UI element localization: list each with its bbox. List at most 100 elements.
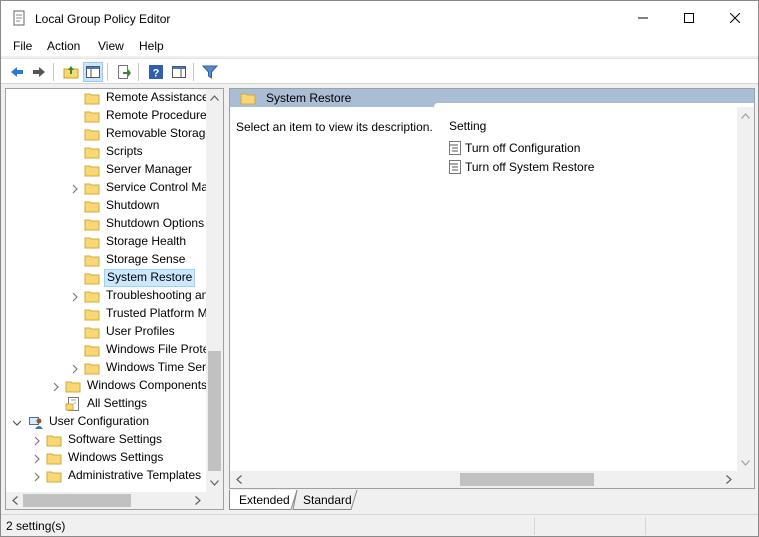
folder-icon: [46, 468, 62, 484]
chevron-right-icon[interactable]: [32, 471, 42, 482]
view-tabs: Extended Standard: [229, 490, 755, 510]
chevron-right-icon[interactable]: [32, 453, 42, 464]
tree-item-troubleshooting[interactable]: Troubleshooting an: [6, 287, 209, 305]
tree-item-shutdown[interactable]: Shutdown: [6, 197, 209, 215]
tree-vertical-scrollbar[interactable]: [206, 89, 223, 493]
menu-file[interactable]: File: [13, 39, 32, 53]
tab-extended[interactable]: Extended: [233, 490, 296, 510]
back-button[interactable]: [7, 62, 27, 82]
tab-standard[interactable]: Standard: [297, 490, 358, 510]
folder-icon: [84, 180, 100, 196]
folder-icon: [84, 216, 100, 232]
details-scroll-right-button[interactable]: [720, 471, 737, 488]
filter-button[interactable]: [200, 62, 220, 82]
folder-icon: [240, 90, 256, 109]
details-scroll-left-button[interactable]: [230, 471, 247, 488]
close-icon: [730, 13, 740, 23]
folder-icon: [46, 450, 62, 466]
details-pane[interactable]: System Restore Select an item to view it…: [229, 88, 755, 489]
tree-item-system-restore[interactable]: System Restore: [6, 269, 209, 287]
details-horizontal-scroll-thumb[interactable]: [460, 473, 594, 486]
chevron-right-icon[interactable]: [70, 183, 80, 194]
scroll-up-button[interactable]: [206, 89, 223, 106]
back-arrow-icon: [11, 67, 23, 77]
tree-item-windows-file-protection[interactable]: Windows File Prote: [6, 341, 209, 359]
show-hide-tree-button[interactable]: [83, 62, 103, 82]
title-bar[interactable]: Local Group Policy Editor: [1, 1, 758, 35]
scroll-right-button[interactable]: [189, 492, 206, 509]
tree-item-service-control-manager[interactable]: Service Control Ma: [6, 179, 209, 197]
menu-help[interactable]: Help: [139, 39, 164, 53]
scroll-down-button[interactable]: [206, 474, 223, 491]
description-text: Select an item to view its description.: [236, 120, 433, 134]
tree-vertical-scroll-thumb[interactable]: [208, 351, 221, 471]
tree-item-remote-assistance[interactable]: Remote Assistance: [6, 89, 209, 107]
user-configuration-icon: [28, 414, 44, 430]
scrollbar-corner: [206, 492, 223, 509]
close-button[interactable]: [712, 1, 758, 35]
tree-item-storage-sense[interactable]: Storage Sense: [6, 251, 209, 269]
details-scroll-down-button[interactable]: [737, 454, 754, 471]
tree-item-software-settings[interactable]: Software Settings: [6, 431, 209, 449]
folder-icon: [84, 306, 100, 322]
group-policy-app-icon: [11, 10, 27, 26]
menu-action[interactable]: Action: [47, 39, 80, 53]
tree-item-server-manager[interactable]: Server Manager: [6, 161, 209, 179]
tree-pane[interactable]: Remote Assistance Remote Procedure Remov…: [5, 88, 224, 510]
tree-item-all-settings[interactable]: All Settings: [6, 395, 209, 413]
tree-item-scripts[interactable]: Scripts: [6, 143, 209, 161]
details-scroll-up-button[interactable]: [737, 107, 754, 124]
tree-item-storage-health[interactable]: Storage Health: [6, 233, 209, 251]
chevron-right-icon[interactable]: [51, 381, 61, 392]
tree-item-remote-procedure[interactable]: Remote Procedure: [6, 107, 209, 125]
chevron-right-icon[interactable]: [70, 363, 80, 374]
minimize-button[interactable]: [620, 1, 666, 35]
column-header-setting[interactable]: Setting: [449, 119, 486, 133]
forward-button[interactable]: [29, 62, 49, 82]
folder-icon: [84, 288, 100, 304]
tree-item-administrative-templates[interactable]: Administrative Templates: [6, 467, 209, 485]
tree-item-user-profiles[interactable]: User Profiles: [6, 323, 209, 341]
chevron-up-icon: [741, 112, 750, 119]
folder-icon: [84, 198, 100, 214]
chevron-right-icon[interactable]: [32, 435, 42, 446]
folder-icon: [84, 342, 100, 358]
export-list-icon: [118, 65, 131, 79]
folder-icon: [84, 126, 100, 142]
up-level-button[interactable]: [61, 62, 81, 82]
folder-icon: [84, 90, 100, 106]
all-settings-icon: [65, 396, 81, 412]
tree-item-windows-settings[interactable]: Windows Settings: [6, 449, 209, 467]
details-vertical-scrollbar[interactable]: [737, 107, 754, 471]
folder-icon: [46, 432, 62, 448]
details-horizontal-scrollbar[interactable]: [230, 471, 737, 488]
tree-horizontal-scrollbar[interactable]: [6, 492, 206, 509]
chevron-left-icon: [11, 496, 18, 505]
chevron-down-icon[interactable]: [12, 417, 22, 427]
help-button[interactable]: ?: [146, 62, 166, 82]
export-list-button[interactable]: [114, 62, 134, 82]
chevron-right-icon: [194, 496, 201, 505]
folder-icon: [84, 144, 100, 160]
tree-item-shutdown-options[interactable]: Shutdown Options: [6, 215, 209, 233]
menu-view[interactable]: View: [98, 39, 124, 53]
maximize-button[interactable]: [666, 1, 712, 35]
show-hide-action-pane-button[interactable]: [169, 62, 189, 82]
main-window: Local Group Policy Editor File Action Vi…: [0, 0, 759, 537]
chevron-right-icon[interactable]: [70, 291, 80, 302]
minimize-icon: [638, 17, 648, 19]
tree-item-trusted-platform[interactable]: Trusted Platform M: [6, 305, 209, 323]
chevron-down-icon: [741, 459, 750, 466]
tree-item-user-configuration[interactable]: User Configuration: [6, 413, 209, 431]
toolbar: ?: [1, 58, 758, 84]
folder-icon: [84, 108, 100, 124]
policy-setting-icon: [448, 159, 462, 178]
tree-item-windows-time-service[interactable]: Windows Time Serv: [6, 359, 209, 377]
tree-item-removable-storage[interactable]: Removable Storage: [6, 125, 209, 143]
tree-item-windows-components[interactable]: Windows Components: [6, 377, 209, 395]
tree-horizontal-scroll-thumb[interactable]: [23, 494, 131, 507]
folder-icon: [84, 360, 100, 376]
status-text: 2 setting(s): [6, 519, 66, 533]
scroll-left-button[interactable]: [6, 492, 23, 509]
folder-icon: [84, 234, 100, 250]
